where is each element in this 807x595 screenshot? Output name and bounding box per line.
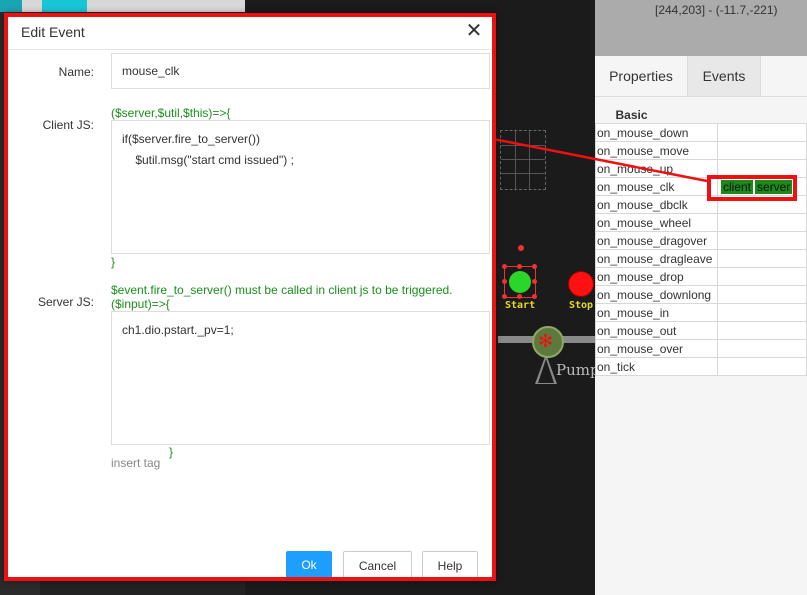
client-js-label: Client JS: <box>42 118 94 132</box>
panel-tabs: Properties Events <box>595 56 807 97</box>
divider <box>8 49 492 50</box>
table-row[interactable]: on_mouse_dragover <box>595 231 807 250</box>
server-js-header: ($input)=>{ <box>111 297 170 311</box>
table-row[interactable]: on_mouse_over <box>595 339 807 358</box>
resize-handle[interactable] <box>532 294 537 299</box>
name-label: Name: <box>58 65 94 79</box>
start-label: Start <box>505 300 536 311</box>
client-js-header: ($server,$util,$this)=>{ <box>111 106 231 120</box>
event-value[interactable] <box>717 321 807 340</box>
table-row[interactable]: on_mouse_downlong <box>595 285 807 304</box>
event-name: on_mouse_drop <box>595 267 718 286</box>
resize-handle[interactable] <box>517 294 522 299</box>
event-name: on_mouse_clk <box>595 177 718 196</box>
event-value[interactable] <box>717 339 807 358</box>
event-name: on_mouse_up <box>595 159 718 178</box>
fan-icon: ✻ <box>538 331 554 351</box>
resize-handle[interactable] <box>532 279 537 284</box>
server-js-footer: } <box>169 445 174 459</box>
event-value[interactable] <box>717 231 807 250</box>
pump-label: Pump <box>556 361 600 379</box>
right-panel: [244,203] - (-11.7,-221) Properties Even… <box>595 0 807 595</box>
resize-handle[interactable] <box>532 264 537 269</box>
resize-handle[interactable] <box>502 294 507 299</box>
table-row[interactable]: on_tick <box>595 357 807 376</box>
resize-handle[interactable] <box>502 264 507 269</box>
insert-tag-link[interactable]: insert tag <box>111 456 160 470</box>
event-name: on_mouse_over <box>595 339 718 358</box>
resize-handle[interactable] <box>517 264 522 269</box>
event-value[interactable] <box>717 303 807 322</box>
event-name: on_mouse_dragover <box>595 231 718 250</box>
server-js-label: Server JS: <box>37 295 94 309</box>
event-name: on_mouse_move <box>595 141 718 160</box>
event-name: on_tick <box>595 357 718 376</box>
tab-properties[interactable]: Properties <box>595 56 687 96</box>
stop-indicator-icon[interactable] <box>568 271 594 297</box>
event-value[interactable] <box>717 249 807 268</box>
event-value[interactable] <box>717 213 807 232</box>
event-name: on_mouse_in <box>595 303 718 322</box>
resize-handle[interactable] <box>502 279 507 284</box>
grid-widget[interactable] <box>500 130 546 190</box>
ok-button[interactable]: Ok <box>286 551 332 579</box>
coordinates-readout: [244,203] - (-11.7,-221) <box>655 3 778 17</box>
highlight-box <box>707 175 797 201</box>
client-js-editor[interactable]: if($server.fire_to_server()) $util.msg("… <box>111 120 490 254</box>
event-value[interactable] <box>717 141 807 160</box>
event-name: on_mouse_out <box>595 321 718 340</box>
section-header: Basic <box>595 106 807 124</box>
event-value[interactable] <box>717 267 807 286</box>
coordinates-bar: [244,203] - (-11.7,-221) <box>595 0 807 56</box>
toolbar-tool-icon[interactable] <box>0 0 22 12</box>
event-name: on_mouse_dbclk <box>595 195 718 214</box>
client-js-footer: } <box>111 255 116 269</box>
table-row[interactable]: on_mouse_out <box>595 321 807 340</box>
toolbar-active-tool-icon[interactable] <box>42 0 87 12</box>
table-row[interactable]: on_mouse_down <box>595 123 807 142</box>
event-name: on_mouse_downlong <box>595 285 718 304</box>
server-js-note: $event.fire_to_server() must be called i… <box>111 283 453 297</box>
table-row[interactable]: on_mouse_drop <box>595 267 807 286</box>
start-button-control[interactable] <box>502 264 537 299</box>
stop-label: Stop <box>569 300 594 311</box>
event-name: on_mouse_dragleave <box>595 249 718 268</box>
event-value[interactable] <box>717 285 807 304</box>
tab-events[interactable]: Events <box>687 56 761 96</box>
close-icon[interactable]: ✕ <box>465 21 483 41</box>
event-value[interactable] <box>717 357 807 376</box>
help-button[interactable]: Help <box>422 551 478 579</box>
event-name: on_mouse_down <box>595 123 718 142</box>
top-toolbar <box>0 0 245 12</box>
table-row[interactable]: on_mouse_wheel <box>595 213 807 232</box>
events-table: Basic on_mouse_down on_mouse_move on_mou… <box>595 106 807 376</box>
start-indicator-icon <box>509 271 531 293</box>
edit-event-dialog: Edit Event ✕ Name: Client JS: ($server,$… <box>4 13 496 581</box>
event-value[interactable] <box>717 123 807 142</box>
table-row[interactable]: on_mouse_dragleave <box>595 249 807 268</box>
name-input[interactable] <box>111 53 490 89</box>
table-row[interactable]: on_mouse_move <box>595 141 807 160</box>
dialog-title: Edit Event <box>21 24 85 40</box>
table-row[interactable]: on_mouse_in <box>595 303 807 322</box>
rotate-handle[interactable] <box>518 245 524 251</box>
event-name: on_mouse_wheel <box>595 213 718 232</box>
server-js-editor[interactable]: ch1.dio.pstart._pv=1; <box>111 311 490 445</box>
cancel-button[interactable]: Cancel <box>343 551 412 579</box>
